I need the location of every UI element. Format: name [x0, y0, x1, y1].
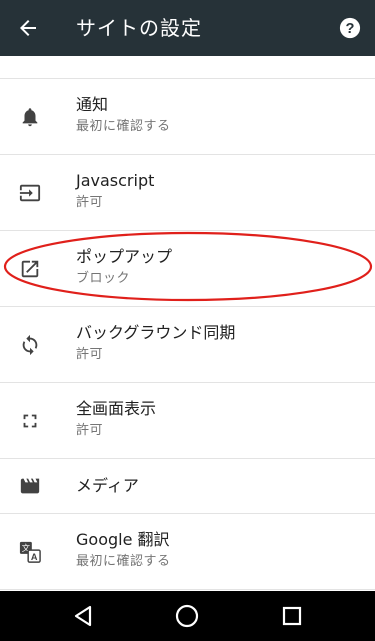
setting-status: 許可	[76, 347, 104, 362]
system-nav-bar	[0, 591, 375, 641]
setting-status: 許可	[76, 423, 104, 438]
nav-back-icon[interactable]	[70, 603, 96, 629]
list-top-edge	[0, 56, 375, 79]
site-settings-screen: サイトの設定 ? 通知 最初に確認する Javascript 許可 ポップアップ…	[0, 0, 375, 641]
setting-javascript[interactable]: Javascript 許可	[0, 155, 375, 231]
fullscreen-icon	[23, 414, 37, 427]
settings-list: 通知 最初に確認する Javascript 許可 ポップアップ ブロック バック…	[0, 56, 375, 590]
setting-status: 最初に確認する	[76, 554, 171, 569]
setting-title: ポップアップ	[76, 247, 173, 266]
setting-title: メディア	[76, 476, 139, 495]
arrow-back-icon[interactable]	[16, 16, 40, 40]
svg-text:?: ?	[346, 21, 355, 37]
setting-media[interactable]: メディア	[0, 459, 375, 514]
page-title: サイトの設定	[76, 16, 202, 40]
nav-home-icon[interactable]	[174, 603, 200, 629]
setting-notifications[interactable]: 通知 最初に確認する	[0, 79, 375, 155]
setting-title: バックグラウンド同期	[76, 323, 236, 342]
setting-title: 通知	[76, 95, 109, 114]
setting-status: 最初に確認する	[76, 119, 171, 134]
svg-text:A: A	[31, 551, 38, 561]
setting-title: Javascript	[76, 171, 155, 190]
setting-popups[interactable]: ポップアップ ブロック	[0, 231, 375, 307]
setting-google-translate[interactable]: 文 A Google 翻訳 最初に確認する	[0, 514, 375, 590]
nav-recents-icon[interactable]	[279, 603, 305, 629]
translate-icon: 文 A	[19, 541, 41, 563]
bell-icon	[22, 107, 38, 126]
setting-background-sync[interactable]: バックグラウンド同期 許可	[0, 307, 375, 383]
setting-fullscreen[interactable]: 全画面表示 許可	[0, 383, 375, 459]
popup-icon	[21, 260, 39, 277]
setting-title: 全画面表示	[76, 399, 157, 418]
setting-status: 許可	[76, 195, 104, 210]
setting-title: Google 翻訳	[76, 530, 170, 549]
media-icon	[20, 478, 40, 494]
app-bar: サイトの設定 ?	[0, 0, 375, 56]
javascript-icon	[19, 184, 41, 201]
help-icon[interactable]: ?	[339, 17, 361, 39]
setting-status: ブロック	[76, 271, 131, 286]
sync-icon	[22, 334, 38, 355]
